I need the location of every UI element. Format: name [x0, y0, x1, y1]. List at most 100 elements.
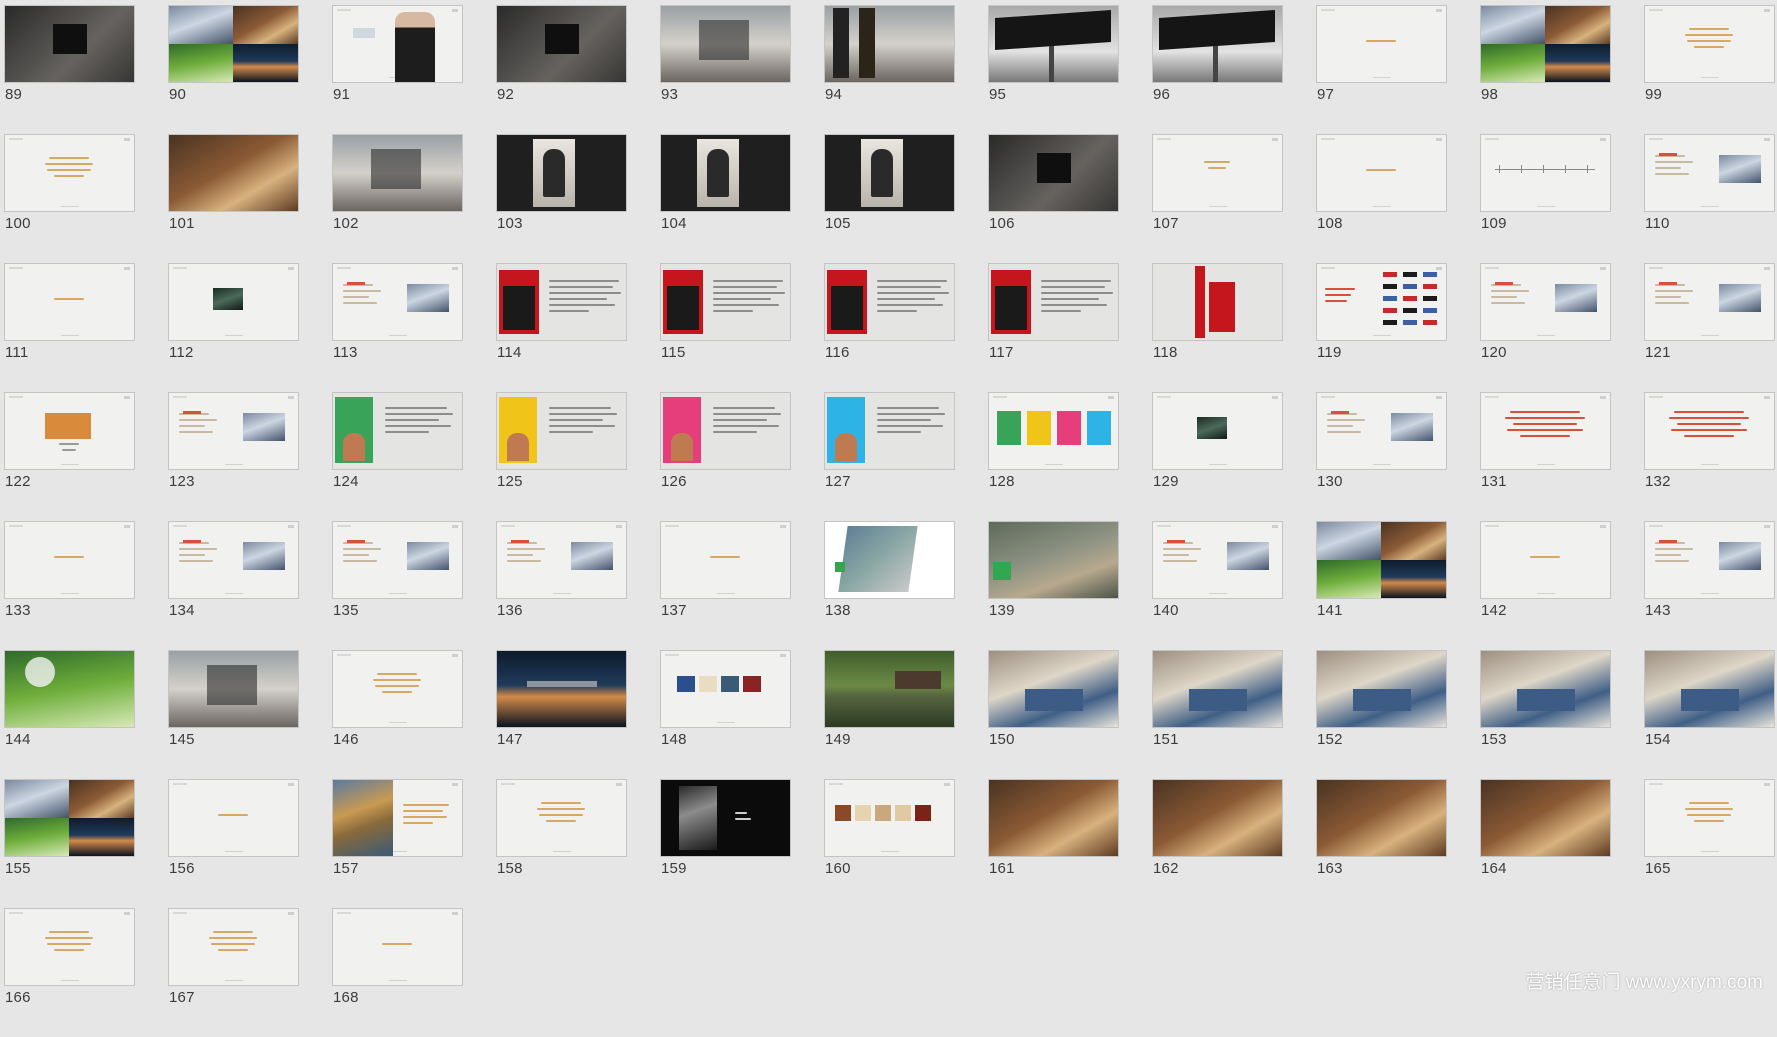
slide-photo	[1481, 780, 1610, 856]
slide-thumbnail[interactable]: 129	[1152, 392, 1283, 521]
slide-thumbnail[interactable]: 157	[332, 779, 463, 908]
slide-thumbnail[interactable]: 130	[1316, 392, 1447, 521]
slide-thumbnail[interactable]: 124	[332, 392, 463, 521]
slide-thumbnail[interactable]: 125	[496, 392, 627, 521]
slide-preview	[1480, 134, 1611, 212]
slide-thumbnail[interactable]: 126	[660, 392, 791, 521]
slide-thumbnail[interactable]: 148	[660, 650, 791, 779]
slide-thumbnail[interactable]: 132	[1644, 392, 1775, 521]
slide-thumbnail[interactable]: 97	[1316, 5, 1447, 134]
slide-thumbnail[interactable]: 94	[824, 5, 955, 134]
slide-thumbnail[interactable]: 136	[496, 521, 627, 650]
color-swatch	[743, 676, 761, 692]
slide-thumbnail[interactable]: 103	[496, 134, 627, 263]
slide-thumbnail[interactable]: 164	[1480, 779, 1611, 908]
slide-thumbnail[interactable]: 112	[168, 263, 299, 392]
slide-thumbnail[interactable]: 139	[988, 521, 1119, 650]
slide-thumbnail[interactable]: 115	[660, 263, 791, 392]
slide-thumbnail[interactable]: 108	[1316, 134, 1447, 263]
slide-thumbnail[interactable]: 162	[1152, 779, 1283, 908]
slide-thumbnail[interactable]: 143	[1644, 521, 1775, 650]
slide-thumbnail[interactable]: 152	[1316, 650, 1447, 779]
slide-thumbnail[interactable]: 134	[168, 521, 299, 650]
slide-thumbnail[interactable]: 161	[988, 779, 1119, 908]
slide-thumbnail[interactable]: 111	[4, 263, 135, 392]
slide-preview	[168, 392, 299, 470]
slide-thumbnail[interactable]: 121	[1644, 263, 1775, 392]
slide-thumbnail[interactable]: 95	[988, 5, 1119, 134]
slide-thumbnail[interactable]: 107	[1152, 134, 1283, 263]
color-swatch	[721, 676, 739, 692]
slide-photo	[1517, 689, 1575, 711]
slide-thumbnail[interactable]: 147	[496, 650, 627, 779]
slide-thumbnail[interactable]: 128	[988, 392, 1119, 521]
slide-thumbnail[interactable]: 105	[824, 134, 955, 263]
slide-thumbnail[interactable]: 116	[824, 263, 955, 392]
slide-text-line	[385, 419, 439, 421]
slide-logo-mark	[1600, 138, 1606, 141]
slide-number: 140	[1153, 602, 1179, 619]
slide-thumbnail[interactable]: 149	[824, 650, 955, 779]
slide-thumbnail[interactable]: 102	[332, 134, 463, 263]
slide-thumbnail[interactable]: 158	[496, 779, 627, 908]
slide-thumbnail[interactable]: 114	[496, 263, 627, 392]
slide-photo	[1391, 413, 1433, 441]
slide-thumbnail[interactable]: 99	[1644, 5, 1775, 134]
slide-thumbnail[interactable]: 141	[1316, 521, 1447, 650]
slide-number: 164	[1481, 860, 1507, 877]
slide-thumbnail[interactable]: 110	[1644, 134, 1775, 263]
slide-thumbnail[interactable]: 100	[4, 134, 135, 263]
slide-thumbnail[interactable]: 91	[332, 5, 463, 134]
slide-thumbnail[interactable]: 154	[1644, 650, 1775, 779]
slide-thumbnail[interactable]: 127	[824, 392, 955, 521]
slide-thumbnail[interactable]: 118	[1152, 263, 1283, 392]
slide-thumbnail[interactable]: 101	[168, 134, 299, 263]
slide-logo-item	[1383, 320, 1397, 325]
slide-thumbnail[interactable]: 109	[1480, 134, 1611, 263]
slide-thumbnail[interactable]: 138	[824, 521, 955, 650]
slide-thumbnail[interactable]: 123	[168, 392, 299, 521]
slide-thumbnail[interactable]: 90	[168, 5, 299, 134]
slide-thumbnail[interactable]: 166	[4, 908, 135, 1037]
slide-thumbnail[interactable]: 160	[824, 779, 955, 908]
slide-thumbnail[interactable]: 98	[1480, 5, 1611, 134]
slide-logo-mark	[124, 912, 130, 915]
slide-thumbnail[interactable]: 156	[168, 779, 299, 908]
slide-thumbnail[interactable]: 163	[1316, 779, 1447, 908]
slide-thumbnail[interactable]: 137	[660, 521, 791, 650]
slide-thumbnail[interactable]: 117	[988, 263, 1119, 392]
slide-footer-mark	[225, 335, 243, 336]
slide-thumbnail[interactable]: 145	[168, 650, 299, 779]
slide-thumbnail[interactable]: 153	[1480, 650, 1611, 779]
slide-thumbnail[interactable]: 167	[168, 908, 299, 1037]
slide-thumbnail[interactable]: 142	[1480, 521, 1611, 650]
slide-thumbnail[interactable]: 165	[1644, 779, 1775, 908]
slide-thumbnail[interactable]: 104	[660, 134, 791, 263]
slide-thumbnail[interactable]: 133	[4, 521, 135, 650]
slide-thumbnail[interactable]: 150	[988, 650, 1119, 779]
slide-thumbnail[interactable]: 146	[332, 650, 463, 779]
slide-header-mark	[9, 138, 23, 140]
slide-thumbnail[interactable]: 120	[1480, 263, 1611, 392]
slide-preview	[168, 779, 299, 857]
slide-thumbnail[interactable]: 140	[1152, 521, 1283, 650]
slide-text-line	[47, 169, 91, 171]
slide-thumbnail[interactable]: 122	[4, 392, 135, 521]
slide-thumbnail[interactable]: 135	[332, 521, 463, 650]
slide-thumbnail[interactable]: 155	[4, 779, 135, 908]
slide-thumbnail[interactable]: 96	[1152, 5, 1283, 134]
slide-thumbnail[interactable]: 92	[496, 5, 627, 134]
slide-text-line	[211, 943, 255, 945]
slide-thumbnail[interactable]: 131	[1480, 392, 1611, 521]
slide-thumbnail[interactable]: 106	[988, 134, 1119, 263]
slide-thumbnail[interactable]: 168	[332, 908, 463, 1037]
slide-thumbnail[interactable]: 151	[1152, 650, 1283, 779]
slide-thumbnail[interactable]: 89	[4, 5, 135, 134]
slide-thumbnail[interactable]: 119	[1316, 263, 1447, 392]
slide-text-line	[549, 310, 589, 312]
slide-thumbnail[interactable]: 144	[4, 650, 135, 779]
color-swatch	[875, 805, 891, 821]
slide-thumbnail[interactable]: 93	[660, 5, 791, 134]
slide-thumbnail[interactable]: 113	[332, 263, 463, 392]
slide-thumbnail[interactable]: 159	[660, 779, 791, 908]
